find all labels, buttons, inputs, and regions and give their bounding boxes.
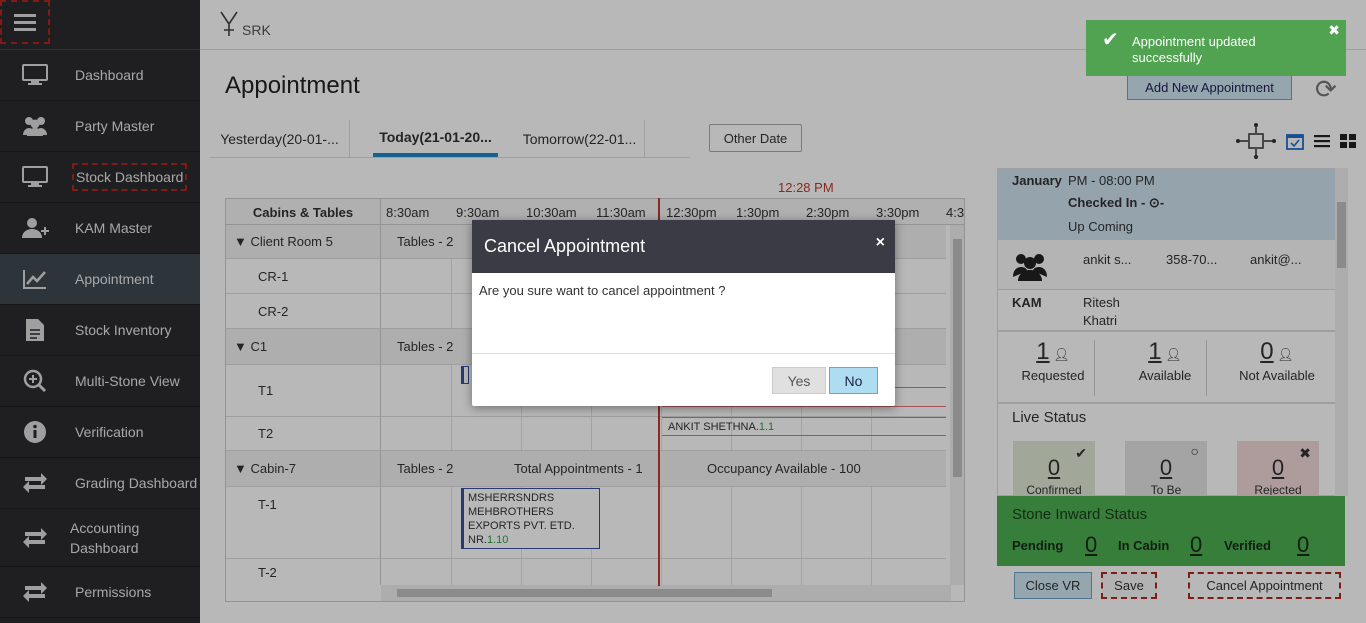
close-icon[interactable]: ×	[876, 234, 885, 252]
yes-button[interactable]: Yes	[772, 367, 826, 394]
no-button[interactable]: No	[829, 367, 878, 394]
dialog-title: Cancel Appointment	[484, 236, 646, 256]
dialog-header: Cancel Appointment ×	[472, 220, 895, 273]
toast-close-icon[interactable]: ✖	[1328, 22, 1340, 38]
toast-message: Appointment updated successfully	[1132, 34, 1256, 65]
check-icon: ✔	[1102, 29, 1119, 51]
success-toast: ✔ Appointment updated successfully ✖	[1086, 20, 1346, 76]
dialog-footer: Yes No	[472, 354, 895, 406]
cancel-appointment-dialog: Cancel Appointment × Are you sure want t…	[472, 220, 895, 406]
dialog-message: Are you sure want to cancel appointment …	[472, 273, 895, 354]
